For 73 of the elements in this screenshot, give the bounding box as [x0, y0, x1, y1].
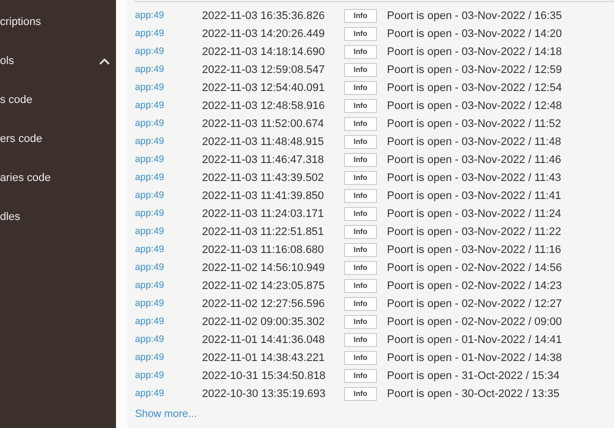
source-link[interactable]: app:49 — [135, 206, 202, 222]
log-message: Poort is open - 03-Nov-2022 / 14:18 — [387, 44, 562, 60]
source-link[interactable]: app:49 — [135, 368, 202, 384]
sidebar-item[interactable]: ols — [0, 42, 116, 81]
timestamp: 2022-11-03 11:52:00.674 — [202, 116, 325, 132]
source-link[interactable]: app:49 — [135, 350, 202, 366]
log-message: Poort is open - 03-Nov-2022 / 11:16 — [387, 242, 562, 258]
timestamp: 2022-11-03 11:22:51.851 — [202, 224, 325, 240]
source-link[interactable]: app:49 — [135, 170, 202, 186]
timestamp: 2022-11-03 12:54:40.091 — [202, 80, 326, 96]
log-message: Poort is open - 03-Nov-2022 / 11:43 — [387, 170, 562, 186]
log-message: Poort is open - 03-Nov-2022 / 12:54 — [387, 80, 562, 96]
source-link[interactable]: app:49 — [135, 242, 202, 258]
timestamp: 2022-11-03 11:48:48.915 — [202, 134, 325, 150]
timestamp: 2022-11-03 11:16:08.680 — [202, 242, 325, 258]
log-message: Poort is open - 03-Nov-2022 / 11:46 — [387, 152, 562, 168]
log-message: Poort is open - 03-Nov-2022 / 11:24 — [387, 206, 562, 222]
timestamp: 2022-11-03 11:24:03.171 — [202, 206, 325, 222]
sidebar-item[interactable]: criptions — [0, 3, 116, 42]
log-message: Poort is open - 03-Nov-2022 / 11:52 — [387, 116, 562, 132]
log-message: Poort is open - 03-Nov-2022 / 12:59 — [387, 62, 562, 78]
log-message: Poort is open - 31-Oct-2022 / 15:34 — [387, 368, 560, 384]
source-link[interactable]: app:49 — [135, 224, 202, 240]
timestamp: 2022-11-02 14:56:10.949 — [202, 260, 326, 276]
timestamp: 2022-11-03 12:48:58.916 — [202, 98, 326, 114]
source-link[interactable]: app:49 — [135, 188, 202, 204]
sidebar-item[interactable]: aries code — [0, 159, 116, 198]
timestamp: 2022-10-30 13:35:19.693 — [202, 386, 327, 402]
timestamp: 2022-11-01 14:41:36.048 — [202, 332, 326, 348]
sidebar-item[interactable]: dles — [0, 198, 116, 237]
source-link[interactable]: app:49 — [135, 332, 202, 348]
timestamp: 2022-11-02 12:27:56.596 — [202, 296, 326, 312]
timestamp: 2022-11-03 12:59:08.547 — [202, 62, 326, 78]
source-link[interactable]: app:49 — [135, 314, 202, 330]
source-link[interactable]: app:49 — [135, 152, 202, 168]
timestamp: 2022-11-03 11:46:47.318 — [202, 152, 325, 168]
timestamp: 2022-11-03 11:43:39.502 — [202, 170, 325, 186]
source-link[interactable]: app:49 — [135, 98, 202, 114]
timestamp: 2022-11-03 14:20:26.449 — [202, 26, 326, 42]
source-link[interactable]: app:49 — [135, 296, 202, 312]
source-link[interactable]: app:49 — [135, 278, 202, 294]
log-message: Poort is open - 03-Nov-2022 / 11:22 — [387, 224, 562, 240]
log-message: Poort is open - 01-Nov-2022 / 14:38 — [387, 350, 562, 366]
log-message: Poort is open - 03-Nov-2022 / 14:20 — [387, 26, 562, 42]
source-link[interactable]: app:49 — [135, 26, 202, 42]
source-link[interactable]: app:49 — [135, 260, 202, 276]
log-message: Poort is open - 03-Nov-2022 / 12:48 — [387, 98, 562, 114]
source-link[interactable]: app:49 — [135, 386, 202, 402]
timestamp: 2022-10-31 15:34:50.818 — [202, 368, 327, 384]
sidebar-item[interactable]: s code — [0, 81, 116, 120]
log-message: Poort is open - 03-Nov-2022 / 11:48 — [387, 134, 562, 150]
sidebar-item[interactable]: ers code — [0, 120, 116, 159]
source-link[interactable]: app:49 — [135, 62, 202, 78]
log-message: Poort is open - 30-Oct-2022 / 13:35 — [387, 386, 560, 402]
log-message: Poort is open - 02-Nov-2022 / 14:23 — [387, 278, 562, 294]
log-message: Poort is open - 01-Nov-2022 / 14:41 — [387, 332, 562, 348]
timestamp: 2022-11-03 11:41:39.850 — [202, 188, 325, 204]
source-link[interactable]: app:49 — [135, 8, 202, 24]
log-message: Poort is open - 03-Nov-2022 / 16:35 — [387, 8, 562, 24]
timestamp: 2022-11-03 16:35:36.826 — [202, 8, 326, 24]
log-message: Poort is open - 02-Nov-2022 / 09:00 — [387, 314, 562, 330]
log-message: Poort is open - 02-Nov-2022 / 14:56 — [387, 260, 562, 276]
source-link[interactable]: app:49 — [135, 80, 202, 96]
log-message: Poort is open - 02-Nov-2022 / 12:27 — [387, 296, 562, 312]
source-link[interactable]: app:49 — [135, 44, 202, 60]
timestamp: 2022-11-02 09:00:35.302 — [202, 314, 326, 330]
source-link[interactable]: app:49 — [135, 134, 202, 150]
timestamp: 2022-11-02 14:23:05.875 — [202, 278, 326, 294]
source-link[interactable]: app:49 — [135, 116, 202, 132]
timestamp: 2022-11-03 14:18:14.690 — [202, 44, 326, 60]
timestamp: 2022-11-01 14:38:43.221 — [202, 350, 326, 366]
log-message: Poort is open - 03-Nov-2022 / 11:41 — [387, 188, 562, 204]
show-more-link[interactable]: Show more... — [135, 407, 197, 423]
